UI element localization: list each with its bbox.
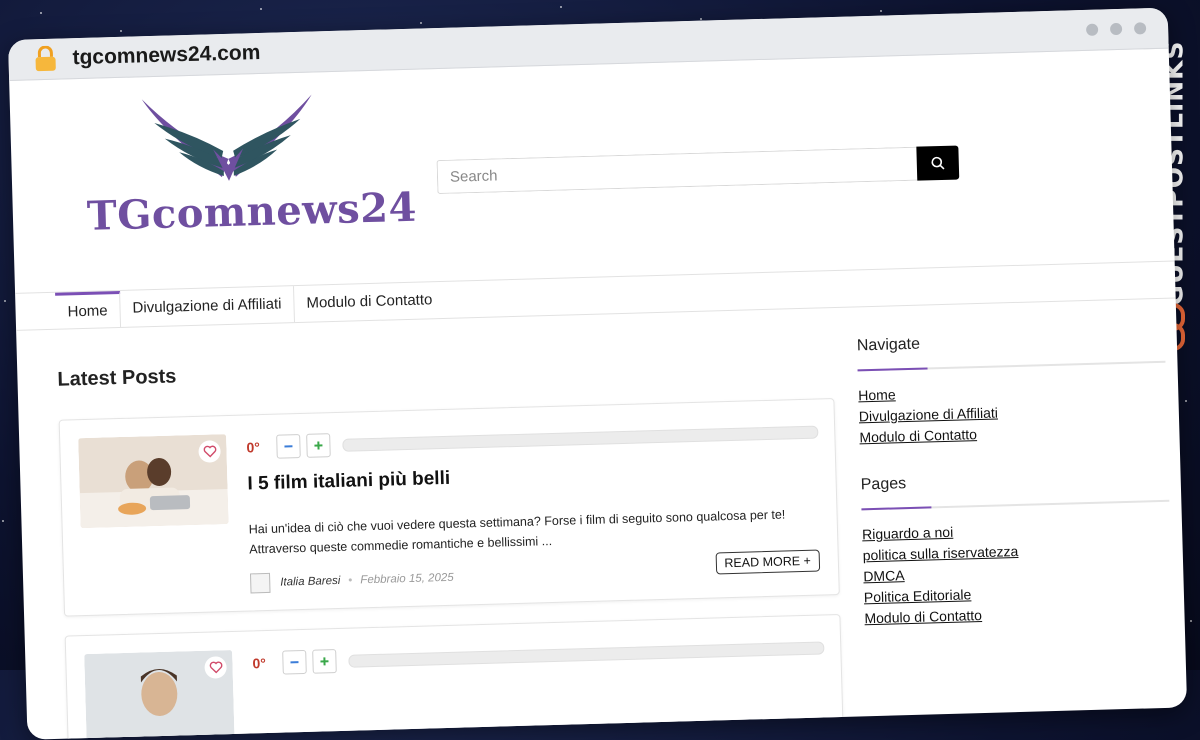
browser-window: tgcomnews24.com TGcomnews24	[8, 8, 1187, 740]
heart-icon	[209, 661, 222, 673]
web-page: TGcomnews24 Home Divulgazione di Affilia…	[9, 49, 1187, 740]
upvote-button[interactable]	[312, 649, 337, 674]
pages-widget: Pages Riguardo a noi politica sulla rise…	[861, 468, 1175, 628]
downvote-button[interactable]	[282, 650, 307, 675]
lock-icon	[34, 46, 57, 73]
url-text: tgcomnews24.com	[72, 41, 261, 70]
sidebar-link-contact-form[interactable]: Modulo di Contatto	[864, 602, 1174, 628]
navigate-widget: Navigate Home Divulgazione di Affiliati …	[857, 329, 1170, 447]
nav-contact-form[interactable]: Modulo di Contatto	[294, 282, 445, 322]
plus-icon	[319, 656, 329, 666]
widget-title: Pages	[861, 468, 1171, 495]
logo-wordmark: TGcomnews24	[86, 184, 417, 240]
search-icon	[931, 156, 945, 170]
vote-progress-bar	[348, 641, 824, 667]
vote-row: 0°	[252, 635, 824, 675]
search-form	[437, 146, 960, 195]
sidebar-link-contact-form[interactable]: Modulo di Contatto	[859, 421, 1169, 447]
pages-links: Riguardo a noi politica sulla riservatez…	[862, 518, 1175, 628]
navigate-links: Home Divulgazione di Affiliati Modulo di…	[858, 379, 1170, 447]
author-name[interactable]: Italia Baresi	[280, 575, 340, 589]
widget-title: Navigate	[857, 329, 1167, 356]
vote-row: 0°	[246, 420, 818, 460]
widget-divider	[861, 500, 1169, 511]
post-title[interactable]: I 5 film italiani più belli	[247, 468, 450, 496]
nav-affiliate-disclosure[interactable]: Divulgazione di Affiliati	[120, 286, 295, 327]
vote-count: 0°	[246, 439, 276, 456]
widget-divider	[858, 361, 1166, 372]
post-excerpt: Hai un'idea di ciò che vuoi vedere quest…	[248, 504, 809, 560]
window-controls	[1086, 22, 1146, 36]
minus-icon	[283, 441, 293, 451]
search-input[interactable]	[437, 147, 918, 194]
section-title: Latest Posts	[57, 365, 177, 391]
post-date: Febbraio 15, 2025	[360, 572, 454, 587]
post-card: 0° I 5 film italiani più belli Hai un'id…	[59, 398, 840, 617]
post-thumbnail[interactable]	[84, 650, 234, 740]
vote-progress-bar	[342, 425, 818, 451]
vote-count: 0°	[252, 655, 282, 672]
upvote-button[interactable]	[306, 433, 331, 458]
plus-icon	[313, 440, 323, 450]
sidebar: Navigate Home Divulgazione di Affiliati …	[856, 299, 1175, 632]
window-dot-icon[interactable]	[1134, 22, 1146, 34]
window-dot-icon[interactable]	[1086, 24, 1098, 36]
author-avatar	[250, 573, 271, 594]
downvote-button[interactable]	[276, 434, 301, 459]
nav-home[interactable]: Home	[55, 291, 121, 329]
post-meta: Italia Baresi • Febbraio 15, 2025	[250, 568, 454, 594]
meta-separator: •	[348, 575, 352, 587]
post-card: 0°	[65, 614, 844, 740]
wings-logo-icon	[141, 87, 314, 187]
read-more-button[interactable]: READ MORE +	[715, 550, 820, 575]
window-dot-icon[interactable]	[1110, 23, 1122, 35]
search-button[interactable]	[916, 146, 959, 181]
post-thumbnail[interactable]	[78, 434, 228, 528]
heart-icon	[203, 445, 216, 457]
site-logo[interactable]: TGcomnews24	[80, 85, 384, 253]
minus-icon	[289, 657, 299, 667]
